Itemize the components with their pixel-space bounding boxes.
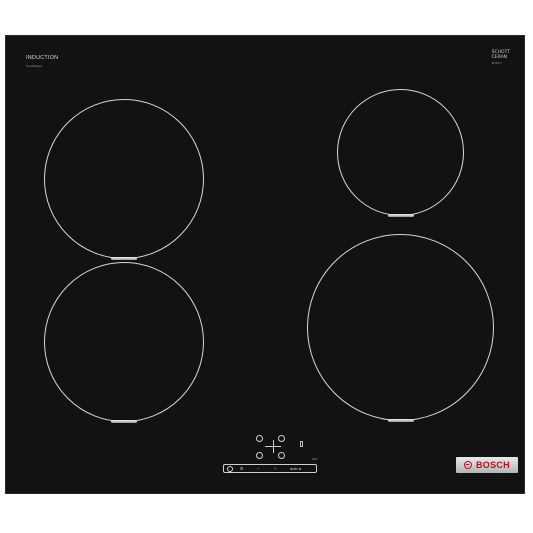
zone-marker <box>111 420 137 423</box>
cooking-zone-top-right <box>337 89 464 217</box>
glass-brand-sub: BOSCH <box>491 61 502 66</box>
zone-select-top-right[interactable] <box>278 435 285 442</box>
zone-marker <box>387 214 414 217</box>
timer-button[interactable]: ⏲ <box>240 466 243 471</box>
cooking-zone-top-left <box>44 99 204 260</box>
brand-plate: BOSCH <box>456 457 518 473</box>
plus-button[interactable]: + <box>274 466 276 471</box>
minus-button[interactable]: − <box>257 466 259 471</box>
zone-select-bottom-left[interactable] <box>256 452 263 459</box>
selector-divider-vertical <box>273 440 274 453</box>
touchselect-label: TouchSelect <box>26 64 43 68</box>
zone-marker <box>387 419 414 422</box>
zone-select-top-left[interactable] <box>256 435 263 442</box>
glass-brand: SCHOTT CERAN BOSCH <box>492 50 510 66</box>
power-icon[interactable] <box>227 465 233 472</box>
strip-tag: SRS <box>312 458 318 461</box>
control-strip: ⏲ − + auto ⌀ <box>223 464 317 473</box>
zone-select-bottom-right[interactable] <box>278 452 285 459</box>
lock-indicator-icon <box>300 441 303 447</box>
induction-label: INDUCTION <box>26 55 59 61</box>
zone-selector <box>254 433 294 465</box>
glass-brand-line2: CERAN <box>491 55 508 61</box>
bosch-logo-icon <box>463 461 472 469</box>
cooktop-surface: INDUCTION TouchSelect SCHOTT CERAN BOSCH… <box>5 35 525 494</box>
cooking-zone-bottom-left <box>44 262 204 423</box>
cooking-zone-bottom-right <box>307 234 494 422</box>
zone-marker <box>111 257 137 260</box>
auto-zone-button[interactable]: auto ⌀ <box>290 466 301 471</box>
brand-name: BOSCH <box>475 460 510 470</box>
